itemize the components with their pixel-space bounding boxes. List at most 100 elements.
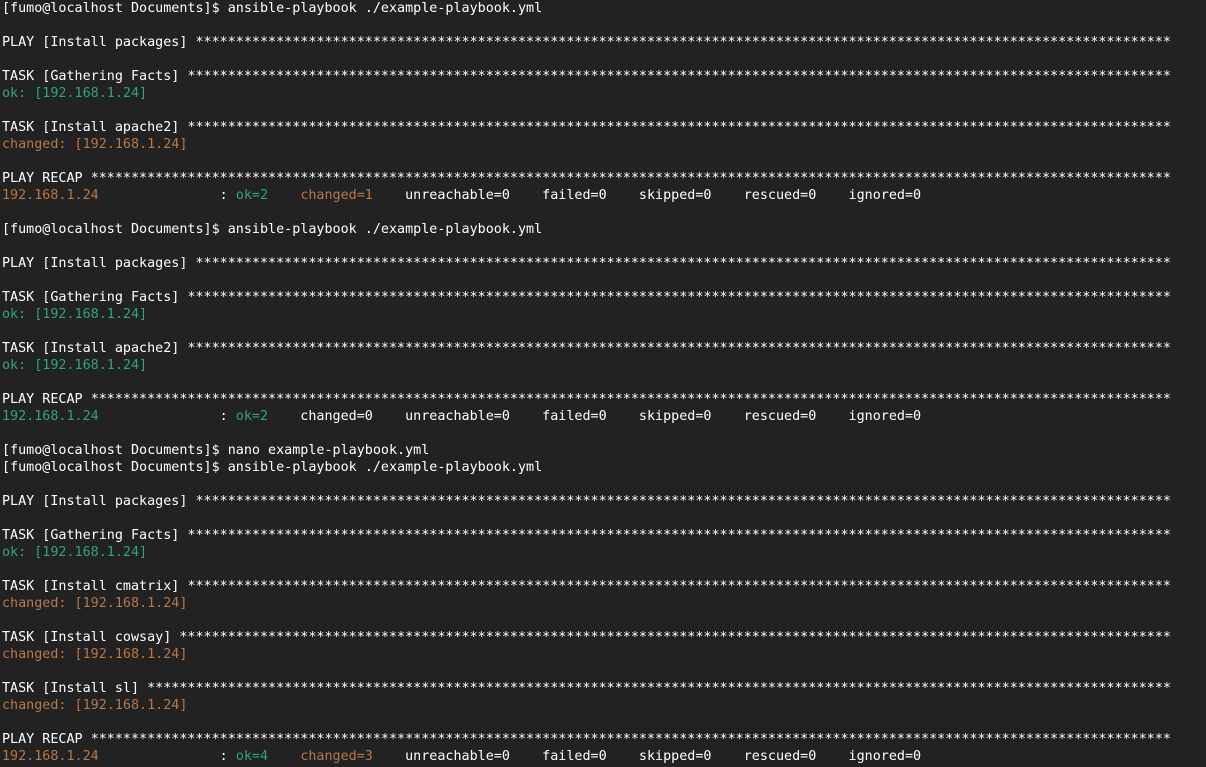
text-segment: ok: [192.168.1.24] xyxy=(2,358,148,373)
text-segment: ok: [192.168.1.24] xyxy=(2,307,148,322)
section-header-label: TASK [Gathering Facts] xyxy=(2,290,188,305)
task-status-line: ok: [192.168.1.24] xyxy=(2,357,1206,374)
text-segment: unreachable=0 failed=0 skipped=0 rescued… xyxy=(372,188,922,203)
terminal-window[interactable]: [fumo@localhost Documents]$ ansible-play… xyxy=(0,0,1206,767)
section-header-label: PLAY RECAP xyxy=(2,732,91,747)
prompt-line: [fumo@localhost Documents]$ ansible-play… xyxy=(2,221,1206,238)
text-segment: ok: [192.168.1.24] xyxy=(2,545,148,560)
text-segment: changed: [192.168.1.24] xyxy=(2,698,188,713)
header-rule: ****************************************… xyxy=(187,69,1171,84)
text-segment xyxy=(268,749,300,764)
section-header-label: TASK [Install cmatrix] xyxy=(2,579,188,594)
recap-line: 192.168.1.24 : ok=2 changed=1 unreachabl… xyxy=(2,187,1206,204)
header-rule: ****************************************… xyxy=(187,341,1171,356)
task-status-line: ok: [192.168.1.24] xyxy=(2,306,1206,323)
text-segment: changed: [192.168.1.24] xyxy=(2,596,188,611)
header-rule: ****************************************… xyxy=(195,256,1171,271)
section-header-line: TASK [Install cmatrix] *****************… xyxy=(2,578,1206,595)
task-status-line: ok: [192.168.1.24] xyxy=(2,544,1206,561)
section-header-label: PLAY [Install packages] xyxy=(2,256,196,271)
text-segment: [fumo@localhost Documents]$ ansible-play… xyxy=(2,1,543,16)
text-segment: [fumo@localhost Documents]$ nano example… xyxy=(2,443,430,458)
text-segment: ok: [192.168.1.24] xyxy=(2,86,148,101)
recap-line: 192.168.1.24 : ok=4 changed=3 unreachabl… xyxy=(2,748,1206,765)
section-header-label: TASK [Gathering Facts] xyxy=(2,69,188,84)
section-header-line: TASK [Gathering Facts] *****************… xyxy=(2,68,1206,85)
task-status-line: changed: [192.168.1.24] xyxy=(2,595,1206,612)
section-header-line: PLAY [Install packages] ****************… xyxy=(2,34,1206,51)
header-rule: ****************************************… xyxy=(90,392,1171,407)
task-status-line: ok: [192.168.1.24] xyxy=(2,85,1206,102)
section-header-line: TASK [Install cowsay] ******************… xyxy=(2,629,1206,646)
header-rule: ****************************************… xyxy=(179,630,1171,645)
text-segment: 192.168.1.24 xyxy=(2,188,99,203)
section-header-line: TASK [Install apache2] *****************… xyxy=(2,119,1206,136)
section-header-line: PLAY RECAP *****************************… xyxy=(2,170,1206,187)
text-segment: ok=2 xyxy=(235,409,269,424)
text-segment: 192.168.1.24 xyxy=(2,409,99,424)
text-segment: [fumo@localhost Documents]$ ansible-play… xyxy=(2,222,543,237)
section-header-line: PLAY [Install packages] ****************… xyxy=(2,255,1206,272)
section-header-label: TASK [Install apache2] xyxy=(2,120,188,135)
text-segment: ok=4 xyxy=(235,749,269,764)
text-segment xyxy=(268,188,300,203)
header-rule: ****************************************… xyxy=(90,171,1171,186)
text-segment: changed: [192.168.1.24] xyxy=(2,137,188,152)
section-header-line: PLAY RECAP *****************************… xyxy=(2,391,1206,408)
section-header-label: PLAY [Install packages] xyxy=(2,494,196,509)
text-segment: : xyxy=(98,749,236,764)
section-header-line: TASK [Install apache2] *****************… xyxy=(2,340,1206,357)
section-header-label: PLAY RECAP xyxy=(2,171,91,186)
section-header-line: TASK [Install sl] **********************… xyxy=(2,680,1206,697)
task-status-line: changed: [192.168.1.24] xyxy=(2,697,1206,714)
header-rule: ****************************************… xyxy=(195,494,1171,509)
task-status-line: changed: [192.168.1.24] xyxy=(2,136,1206,153)
section-header-label: TASK [Gathering Facts] xyxy=(2,528,188,543)
header-rule: ****************************************… xyxy=(147,681,1171,696)
header-rule: ****************************************… xyxy=(187,579,1171,594)
prompt-line: [fumo@localhost Documents]$ nano example… xyxy=(2,442,1206,459)
section-header-line: PLAY [Install packages] ****************… xyxy=(2,493,1206,510)
text-segment: ok=2 xyxy=(235,188,269,203)
prompt-line: [fumo@localhost Documents]$ ansible-play… xyxy=(2,459,1206,476)
text-segment: 192.168.1.24 xyxy=(2,749,99,764)
section-header-label: PLAY [Install packages] xyxy=(2,35,196,50)
text-segment: unreachable=0 failed=0 skipped=0 rescued… xyxy=(372,749,922,764)
header-rule: ****************************************… xyxy=(187,120,1171,135)
section-header-line: PLAY RECAP *****************************… xyxy=(2,731,1206,748)
text-segment: changed: [192.168.1.24] xyxy=(2,647,188,662)
section-header-label: TASK [Install sl] xyxy=(2,681,148,696)
header-rule: ****************************************… xyxy=(187,528,1171,543)
recap-line: 192.168.1.24 : ok=2 changed=0 unreachabl… xyxy=(2,408,1206,425)
text-segment: : xyxy=(98,188,236,203)
prompt-line: [fumo@localhost Documents]$ ansible-play… xyxy=(2,0,1206,17)
text-segment: : xyxy=(98,409,236,424)
section-header-label: TASK [Install cowsay] xyxy=(2,630,180,645)
text-segment: [fumo@localhost Documents]$ ansible-play… xyxy=(2,460,543,475)
text-segment: changed=3 xyxy=(300,749,373,764)
section-header-line: TASK [Gathering Facts] *****************… xyxy=(2,527,1206,544)
text-segment: changed=1 xyxy=(300,188,373,203)
task-status-line: changed: [192.168.1.24] xyxy=(2,646,1206,663)
section-header-label: PLAY RECAP xyxy=(2,392,91,407)
section-header-line: TASK [Gathering Facts] *****************… xyxy=(2,289,1206,306)
header-rule: ****************************************… xyxy=(187,290,1171,305)
header-rule: ****************************************… xyxy=(90,732,1171,747)
text-segment: changed=0 unreachable=0 failed=0 skipped… xyxy=(268,409,922,424)
